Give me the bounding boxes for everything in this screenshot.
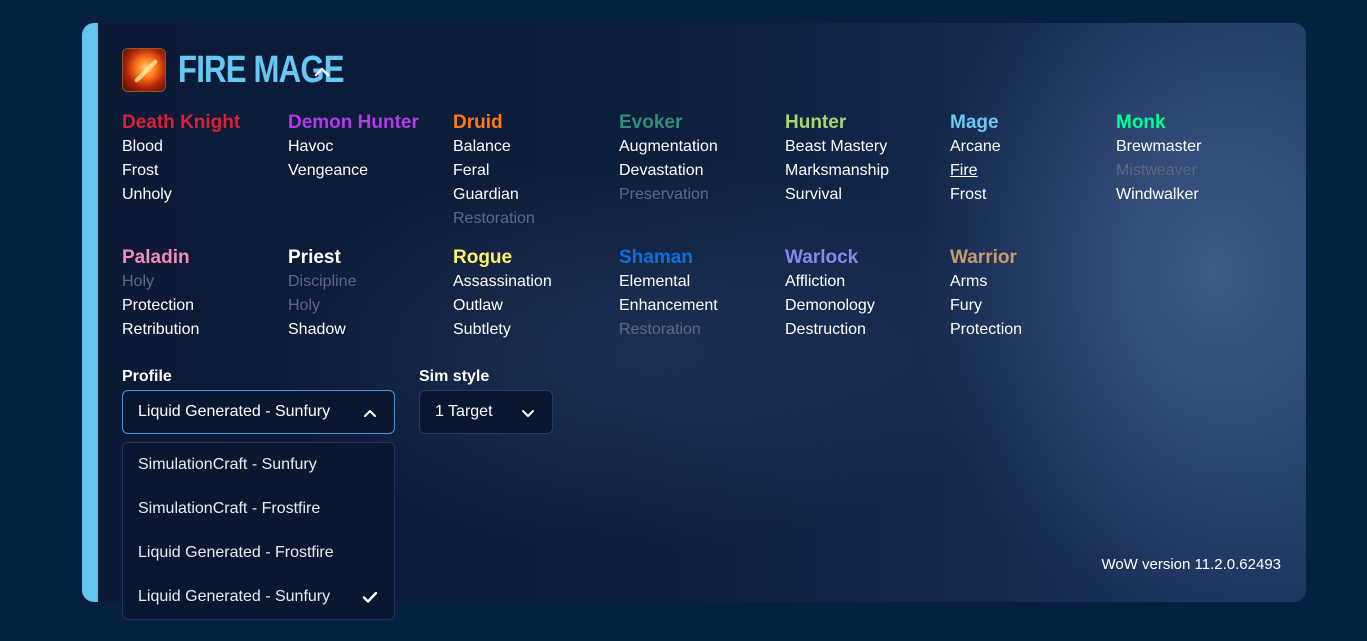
class-column-paladin: Paladin Holy Protection Retribution	[122, 246, 282, 342]
class-name-paladin: Paladin	[122, 247, 190, 268]
spec-link-demon-hunter-havoc[interactable]: Havoc	[288, 135, 448, 159]
profile-option-label: SimulationCraft - Sunfury	[138, 456, 317, 473]
profile-option[interactable]: SimulationCraft - Sunfury	[123, 443, 394, 487]
spec-link-paladin-protection[interactable]: Protection	[122, 294, 282, 318]
fire-mage-spec-icon	[122, 48, 166, 92]
class-column-evoker: Evoker Augmentation Devastation Preservatio…	[619, 111, 779, 207]
class-name-shaman: Shaman	[619, 247, 693, 268]
class-column-warlock: Warlock Affliction Demonology Destruction	[785, 246, 945, 342]
class-name-evoker: Evoker	[619, 112, 683, 133]
spec-link-mage-fire[interactable]: Fire	[950, 159, 1110, 183]
class-column-monk: Monk Brewmaster Mistweaver Windwalker	[1116, 111, 1276, 207]
class-column-priest: Priest Discipline Holy Shadow	[288, 246, 448, 342]
sim-style-label: Sim style	[419, 368, 490, 385]
spec-link-druid-feral[interactable]: Feral	[453, 159, 613, 183]
spec-link-rogue-subtlety[interactable]: Subtlety	[453, 318, 613, 342]
spec-link-druid-restoration: Restoration	[453, 210, 535, 227]
spec-link-druid-guardian[interactable]: Guardian	[453, 183, 613, 207]
spec-link-priest-shadow[interactable]: Shadow	[288, 318, 448, 342]
spec-header[interactable]: FIRE MAGE	[122, 48, 380, 92]
spec-link-monk-brewmaster[interactable]: Brewmaster	[1116, 135, 1276, 159]
spec-link-evoker-augmentation[interactable]: Augmentation	[619, 135, 779, 159]
class-column-rogue: Rogue Assassination Outlaw Subtlety	[453, 246, 613, 342]
spec-link-hunter-marksmanship[interactable]: Marksmanship	[785, 159, 945, 183]
spec-link-warrior-fury[interactable]: Fury	[950, 294, 1110, 318]
spec-link-evoker-preservation: Preservation	[619, 186, 709, 203]
class-name-hunter: Hunter	[785, 112, 847, 133]
chevron-up-icon[interactable]	[313, 63, 331, 81]
profile-select[interactable]: Liquid Generated - Sunfury	[122, 390, 395, 434]
spec-link-shaman-elemental[interactable]: Elemental	[619, 270, 779, 294]
class-name-warrior: Warrior	[950, 247, 1017, 268]
wow-version: WoW version 11.2.0.62493	[1101, 556, 1281, 573]
spec-link-death-knight-unholy[interactable]: Unholy	[122, 183, 282, 207]
spec-link-rogue-outlaw[interactable]: Outlaw	[453, 294, 613, 318]
spec-link-hunter-survival[interactable]: Survival	[785, 183, 945, 207]
spec-link-warrior-protection[interactable]: Protection	[950, 318, 1110, 342]
spec-link-druid-balance[interactable]: Balance	[453, 135, 613, 159]
spec-link-demon-hunter-vengeance[interactable]: Vengeance	[288, 159, 448, 183]
spec-link-death-knight-blood[interactable]: Blood	[122, 135, 282, 159]
class-column-shaman: Shaman Elemental Enhancement Restoration	[619, 246, 779, 342]
spec-link-warlock-affliction[interactable]: Affliction	[785, 270, 945, 294]
spec-link-evoker-devastation[interactable]: Devastation	[619, 159, 779, 183]
spec-link-rogue-assassination[interactable]: Assassination	[453, 270, 613, 294]
spec-link-warrior-arms[interactable]: Arms	[950, 270, 1110, 294]
spec-link-mage-arcane[interactable]: Arcane	[950, 135, 1110, 159]
class-name-mage: Mage	[950, 112, 999, 133]
sim-style-select[interactable]: 1 Target	[419, 390, 553, 434]
class-name-monk: Monk	[1116, 112, 1166, 133]
spec-link-monk-mistweaver: Mistweaver	[1116, 162, 1197, 179]
spec-link-shaman-restoration: Restoration	[619, 321, 701, 338]
card-accent-bar	[82, 23, 98, 602]
profile-dropdown-menu: SimulationCraft - Sunfury SimulationCraf…	[122, 442, 395, 620]
profile-option[interactable]: Liquid Generated - Frostfire	[123, 531, 394, 575]
class-column-mage: Mage Arcane Fire Frost	[950, 111, 1110, 207]
class-name-death-knight: Death Knight	[122, 112, 241, 133]
class-column-demon-hunter: Demon Hunter Havoc Vengeance	[288, 111, 448, 183]
chevron-up-icon	[364, 410, 376, 417]
profile-option[interactable]: SimulationCraft - Frostfire	[123, 487, 394, 531]
spec-link-priest-holy: Holy	[288, 297, 321, 314]
class-name-demon-hunter: Demon Hunter	[288, 112, 419, 133]
spec-link-paladin-retribution[interactable]: Retribution	[122, 318, 282, 342]
class-name-rogue: Rogue	[453, 247, 513, 268]
class-name-druid: Druid	[453, 112, 503, 133]
profile-option-label: Liquid Generated - Sunfury	[138, 588, 331, 605]
spec-link-priest-discipline: Discipline	[288, 273, 357, 290]
spec-link-warlock-demonology[interactable]: Demonology	[785, 294, 945, 318]
class-column-hunter: Hunter Beast Mastery Marksmanship Survival	[785, 111, 945, 207]
profile-label: Profile	[122, 368, 172, 385]
class-column-druid: Druid Balance Feral Guardian Restoration	[453, 111, 613, 231]
spec-link-paladin-holy: Holy	[122, 273, 155, 290]
checkmark-icon	[362, 591, 378, 603]
class-column-warrior: Warrior Arms Fury Protection	[950, 246, 1110, 342]
profile-select-value: Liquid Generated - Sunfury	[138, 403, 331, 420]
spec-link-mage-frost[interactable]: Frost	[950, 183, 1110, 207]
profile-option-label: SimulationCraft - Frostfire	[138, 500, 321, 517]
spec-link-shaman-enhancement[interactable]: Enhancement	[619, 294, 779, 318]
spec-link-death-knight-frost[interactable]: Frost	[122, 159, 282, 183]
class-name-priest: Priest	[288, 247, 341, 268]
profile-option-selected[interactable]: Liquid Generated - Sunfury	[123, 575, 394, 619]
class-column-death-knight: Death Knight Blood Frost Unholy	[122, 111, 282, 207]
spec-link-hunter-beast-mastery[interactable]: Beast Mastery	[785, 135, 945, 159]
class-name-warlock: Warlock	[785, 247, 859, 268]
spec-link-warlock-destruction[interactable]: Destruction	[785, 318, 945, 342]
chevron-down-icon	[522, 410, 534, 417]
spec-link-monk-windwalker[interactable]: Windwalker	[1116, 183, 1276, 207]
profile-option-label: Liquid Generated - Frostfire	[138, 544, 334, 561]
sim-style-select-value: 1 Target	[435, 403, 493, 420]
